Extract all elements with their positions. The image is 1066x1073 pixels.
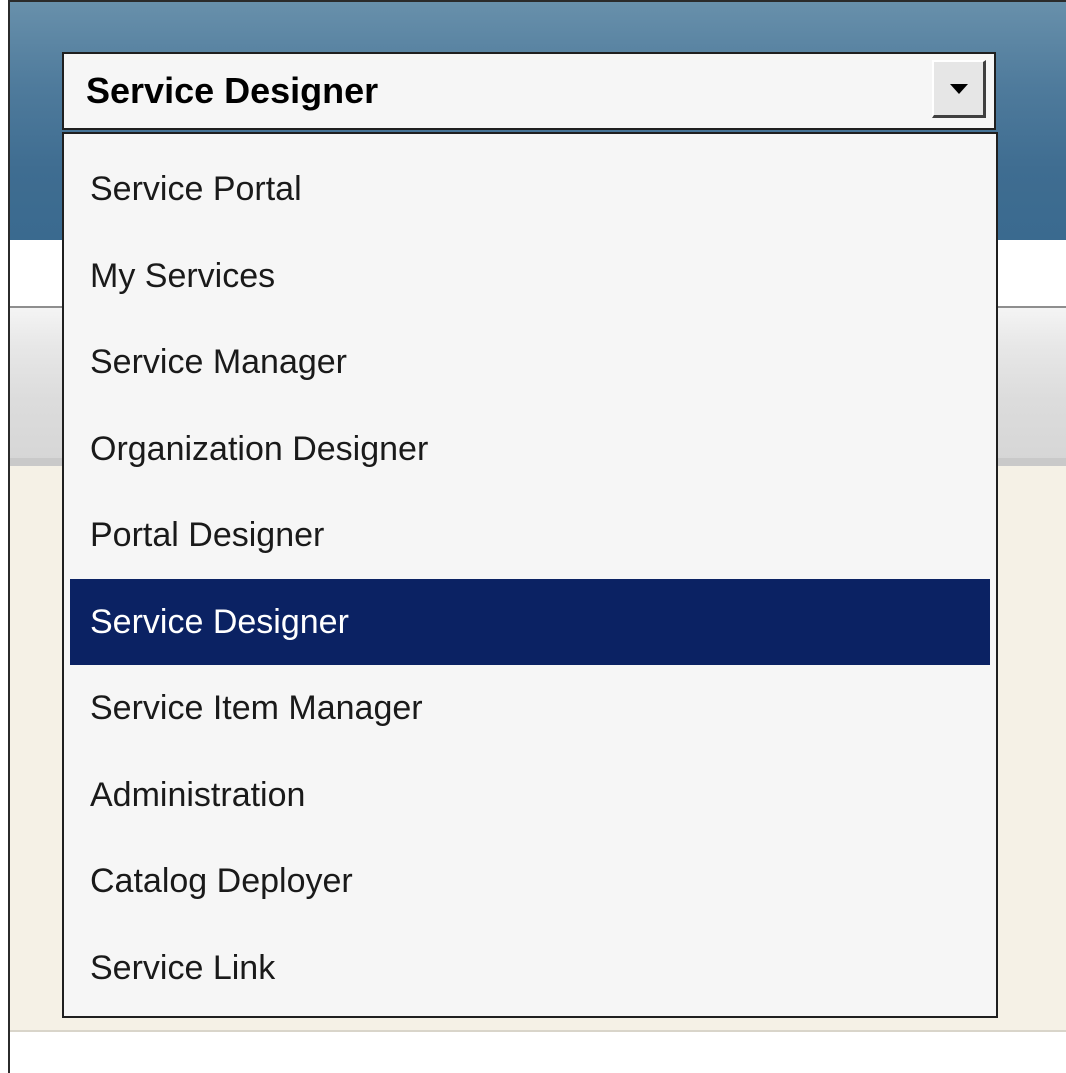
option-portal-designer[interactable]: Portal Designer [70, 492, 990, 579]
option-catalog-deployer[interactable]: Catalog Deployer [70, 838, 990, 925]
module-dropdown-list[interactable]: Service Portal My Services Service Manag… [62, 132, 998, 1018]
option-service-portal[interactable]: Service Portal [70, 146, 990, 233]
option-administration[interactable]: Administration [70, 752, 990, 839]
option-service-designer[interactable]: Service Designer [70, 578, 990, 665]
option-service-manager[interactable]: Service Manager [70, 319, 990, 406]
option-service-link[interactable]: Service Link [70, 925, 990, 1012]
option-organization-designer[interactable]: Organization Designer [70, 406, 990, 493]
option-service-item-manager[interactable]: Service Item Manager [70, 665, 990, 752]
chevron-down-icon [949, 83, 968, 94]
module-selector[interactable]: Service Designer [62, 52, 996, 130]
footer-area [10, 1032, 1066, 1073]
module-selector-value: Service Designer [86, 70, 379, 111]
dropdown-arrow-button[interactable] [932, 60, 986, 118]
option-my-services[interactable]: My Services [70, 233, 990, 320]
application-window: Service Designer Service Portal My Servi… [0, 0, 1066, 1073]
